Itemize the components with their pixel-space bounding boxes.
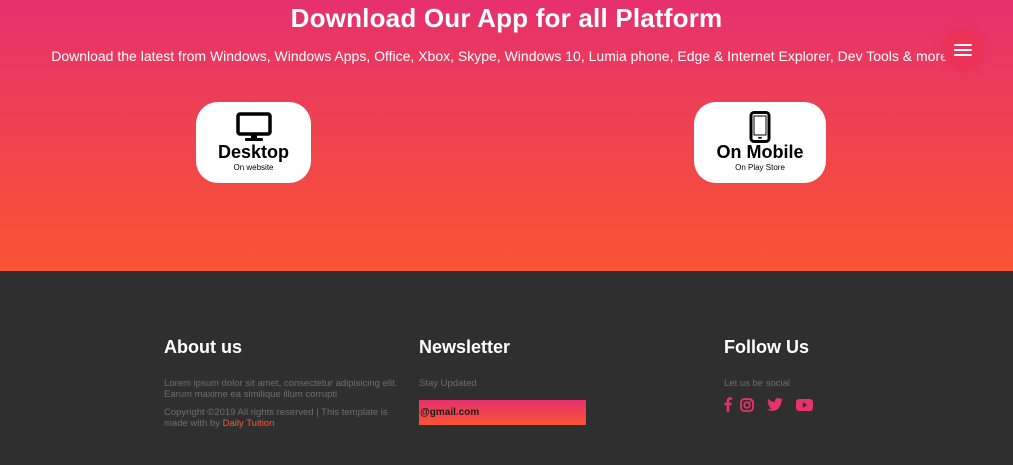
about-text: Lorem ipsum dolor sit amet, consectetur … bbox=[164, 378, 398, 400]
mobile-card-subtitle: On Play Store bbox=[735, 163, 785, 172]
copyright-prefix: Copyright ©2019 All rights reserved | Th… bbox=[164, 407, 388, 429]
follow-heading: Follow Us bbox=[724, 337, 809, 357]
mobile-card-title: On Mobile bbox=[716, 142, 804, 162]
desktop-icon bbox=[235, 111, 272, 143]
hamburger-menu-button[interactable] bbox=[943, 30, 983, 70]
newsletter-heading: Newsletter bbox=[419, 337, 511, 357]
desktop-card-title: Desktop bbox=[217, 142, 289, 162]
instagram-icon[interactable] bbox=[740, 397, 754, 412]
newsletter-label: Stay Updated bbox=[419, 378, 477, 389]
twitter-icon[interactable] bbox=[767, 398, 783, 411]
footer-about: About us Lorem ipsum dolor sit amet, con… bbox=[164, 336, 404, 429]
about-heading: About us bbox=[164, 337, 242, 357]
copyright-text: Copyright ©2019 All rights reserved | Th… bbox=[164, 407, 399, 429]
daily-tuition-link[interactable]: Daily Tuition bbox=[223, 418, 275, 429]
newsletter-email-input[interactable] bbox=[419, 400, 586, 425]
download-hero: Download Our App for all Platform Downlo… bbox=[0, 0, 1013, 271]
mobile-icon bbox=[749, 111, 771, 143]
follow-label: Let us be social bbox=[724, 378, 791, 389]
youtube-icon[interactable] bbox=[796, 398, 813, 411]
facebook-icon[interactable] bbox=[724, 397, 732, 412]
footer-newsletter: Newsletter Stay Updated bbox=[419, 336, 599, 425]
desktop-download-button[interactable]: Desktop On website bbox=[196, 102, 311, 183]
footer-follow: Follow Us Let us be social bbox=[724, 336, 904, 412]
hero-subtitle: Download the latest from Windows, Window… bbox=[51, 48, 952, 64]
hamburger-menu-icon bbox=[954, 44, 972, 46]
social-links bbox=[724, 397, 904, 412]
desktop-card-subtitle: On website bbox=[233, 163, 274, 172]
hero-title: Download Our App for all Platform bbox=[290, 3, 723, 33]
mobile-download-button[interactable]: On Mobile On Play Store bbox=[694, 102, 826, 183]
